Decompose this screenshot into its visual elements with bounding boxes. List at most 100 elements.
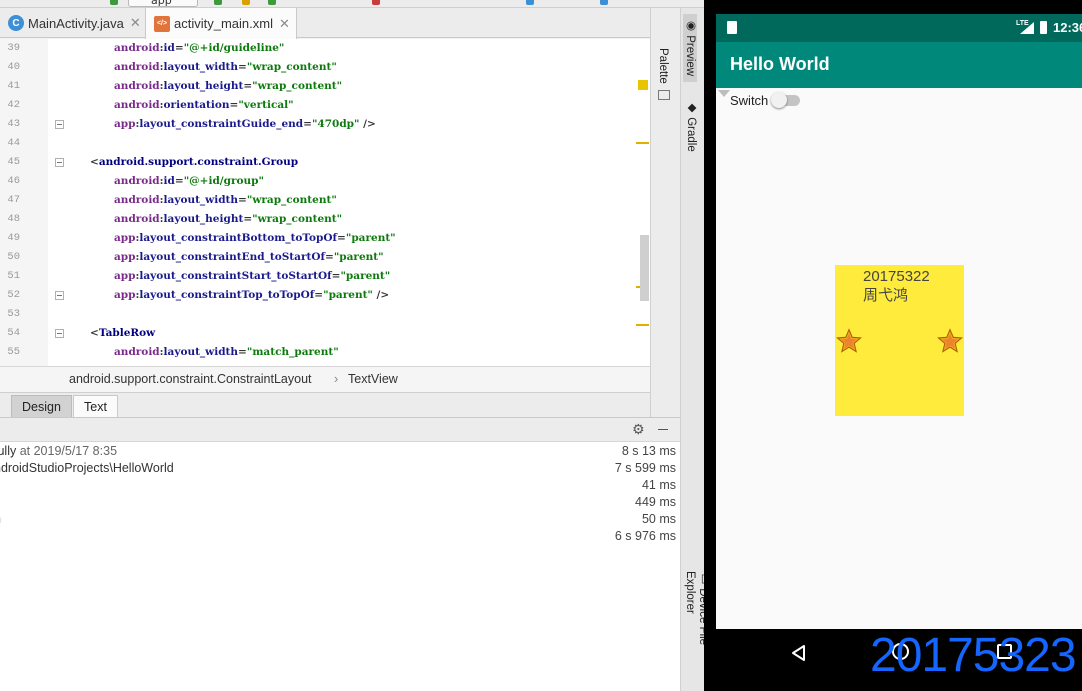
run-config-selector[interactable]: app xyxy=(128,0,198,7)
code-line[interactable]: 40 android:layout_width="wrap_content" xyxy=(0,58,650,77)
breadcrumb-separator: › xyxy=(334,372,339,386)
line-number: 51 xyxy=(7,270,20,282)
star-icon[interactable] xyxy=(937,328,963,354)
code-line[interactable]: 55 android:layout_width="match_parent" xyxy=(0,343,650,362)
build-step-duration: 449 ms xyxy=(635,495,676,509)
build-step-duration: 41 ms xyxy=(641,478,676,492)
gradle-icon: ◆ xyxy=(685,100,697,118)
fold-icon[interactable] xyxy=(55,329,64,338)
close-icon[interactable]: ✕ xyxy=(279,16,290,32)
code-token: android xyxy=(114,61,160,73)
tab-preview[interactable]: ◉ Preview xyxy=(683,14,697,82)
fold-icon[interactable] xyxy=(55,291,64,300)
close-icon[interactable]: ✕ xyxy=(130,15,141,31)
code-line[interactable]: 45 <android.support.constraint.Group xyxy=(0,153,650,172)
code-token: layout_constraintBottom_toTopOf xyxy=(139,232,338,244)
line-number: 46 xyxy=(7,175,20,187)
build-row[interactable]: h 50 ms xyxy=(0,512,680,529)
code-token: "match_parent" xyxy=(246,346,339,358)
back-icon[interactable] xyxy=(790,644,808,662)
tab-design[interactable]: Design xyxy=(11,395,72,418)
code-line[interactable]: 52 app:layout_constraintTop_toTopOf="pare… xyxy=(0,286,650,305)
line-number: 39 xyxy=(7,42,20,54)
build-step-duration: 6 s 976 ms xyxy=(614,529,676,543)
code-line[interactable]: 44 xyxy=(0,134,650,153)
code-line[interactable]: 42 android:orientation="vertical" xyxy=(0,96,650,115)
code-token: layout_constraintStart_toStartOf xyxy=(139,270,332,282)
profile-icon[interactable] xyxy=(268,0,276,5)
code-text: android:orientation="vertical" xyxy=(114,96,294,115)
xml-layout-icon: </> xyxy=(154,15,170,32)
code-token: layout_constraintGuide_end xyxy=(139,118,304,130)
avd-manager-icon[interactable] xyxy=(600,0,608,5)
editor-tab-bar: C MainActivity.java ✕ </> activity_main.… xyxy=(0,8,650,39)
breadcrumb-item-root[interactable]: android.support.constraint.ConstraintLay… xyxy=(69,372,312,386)
breadcrumb: android.support.constraint.ConstraintLay… xyxy=(0,366,650,392)
line-number: 42 xyxy=(7,99,20,111)
code-text: app:layout_constraintStart_toStartOf="pa… xyxy=(114,267,390,286)
code-token: layout_height xyxy=(163,80,244,92)
breadcrumb-item-leaf[interactable]: TextView xyxy=(348,372,398,386)
student-name-text: 周弋鸿 xyxy=(863,286,909,304)
code-text: android:layout_height="wrap_content" xyxy=(114,210,342,229)
code-line[interactable]: 41 android:layout_height="wrap_content" xyxy=(0,77,650,96)
code-token: id xyxy=(163,175,175,187)
switch-thumb[interactable] xyxy=(771,92,787,108)
code-token: = xyxy=(243,80,253,92)
tab-activity-main-xml[interactable]: </> activity_main.xml ✕ xyxy=(145,8,297,39)
minimize-icon[interactable] xyxy=(656,422,670,436)
build-row[interactable]: 449 ms xyxy=(0,495,680,512)
run-icon[interactable] xyxy=(110,0,118,5)
warning-indicator-icon[interactable] xyxy=(638,80,648,90)
code-token: = xyxy=(314,289,324,301)
error-stripe-marker[interactable] xyxy=(636,142,649,144)
code-token: "parent" xyxy=(323,289,373,301)
code-line[interactable]: 43 app:layout_constraintGuide_end="470dp"… xyxy=(0,115,650,134)
code-line[interactable]: 54 <TableRow xyxy=(0,324,650,343)
tab-palette[interactable]: Palette xyxy=(657,48,669,84)
code-line[interactable]: 51 app:layout_constraintStart_toStartOf="… xyxy=(0,267,650,286)
code-line[interactable]: 50 app:layout_constraintEnd_toStartOf="pa… xyxy=(0,248,650,267)
line-number: 54 xyxy=(7,327,20,339)
code-token: app xyxy=(114,118,136,130)
build-row[interactable]: ndroidStudioProjects\HelloWorld 7 s 599 m… xyxy=(0,461,680,478)
code-token: "vertical" xyxy=(238,99,294,111)
code-line[interactable]: 47 android:layout_width="wrap_content" xyxy=(0,191,650,210)
code-token: android xyxy=(114,175,160,187)
code-line[interactable]: 53 xyxy=(0,305,650,324)
code-token: android xyxy=(114,80,160,92)
fold-icon[interactable] xyxy=(55,120,64,129)
code-line[interactable]: 48 android:layout_height="wrap_content" xyxy=(0,210,650,229)
build-row[interactable]: 41 ms xyxy=(0,478,680,495)
fold-icon[interactable] xyxy=(55,158,64,167)
gear-icon[interactable]: ⚙ xyxy=(632,422,645,438)
line-number: 52 xyxy=(7,289,20,301)
line-number: 50 xyxy=(7,251,20,263)
tab-gradle[interactable]: ◆ Gradle xyxy=(684,100,698,152)
error-stripe-marker[interactable] xyxy=(636,324,649,326)
stop-icon[interactable] xyxy=(372,0,380,5)
code-token: android.support.constraint.Group xyxy=(98,156,299,168)
build-panel-header: ⚙ xyxy=(0,418,680,442)
tab-text[interactable]: Text xyxy=(73,395,118,418)
code-line[interactable]: 39 android:id="@+id/guideline" xyxy=(0,39,650,58)
line-number: 47 xyxy=(7,194,20,206)
code-token: "parent" xyxy=(345,232,396,244)
code-token: layout_width xyxy=(163,194,239,206)
code-token: "wrap_content" xyxy=(246,194,337,206)
star-icon[interactable] xyxy=(836,328,862,354)
xml-code-editor[interactable]: 39 android:id="@+id/guideline" 40 android:l… xyxy=(0,39,650,366)
sync-icon[interactable] xyxy=(526,0,534,5)
app-title: Hello World xyxy=(730,54,830,74)
tab-main-activity[interactable]: C MainActivity.java ✕ xyxy=(0,8,147,38)
code-text: app:layout_constraintGuide_end="470dp" /… xyxy=(114,115,376,134)
editor-scrollbar[interactable] xyxy=(640,235,649,301)
code-line[interactable]: 49 app:layout_constraintBottom_toTopOf="p… xyxy=(0,229,650,248)
code-token: layout_constraintEnd_toStartOf xyxy=(139,251,325,263)
build-icon[interactable] xyxy=(214,0,222,5)
debug-icon[interactable] xyxy=(242,0,250,5)
build-row[interactable]: fully at 2019/5/17 8:35 8 s 13 ms xyxy=(0,444,680,461)
code-line[interactable]: 46 android:id="@+id/group" xyxy=(0,172,650,191)
build-row[interactable]: 6 s 976 ms xyxy=(0,529,680,546)
code-text: app:layout_constraintEnd_toStartOf="pare… xyxy=(114,248,384,267)
